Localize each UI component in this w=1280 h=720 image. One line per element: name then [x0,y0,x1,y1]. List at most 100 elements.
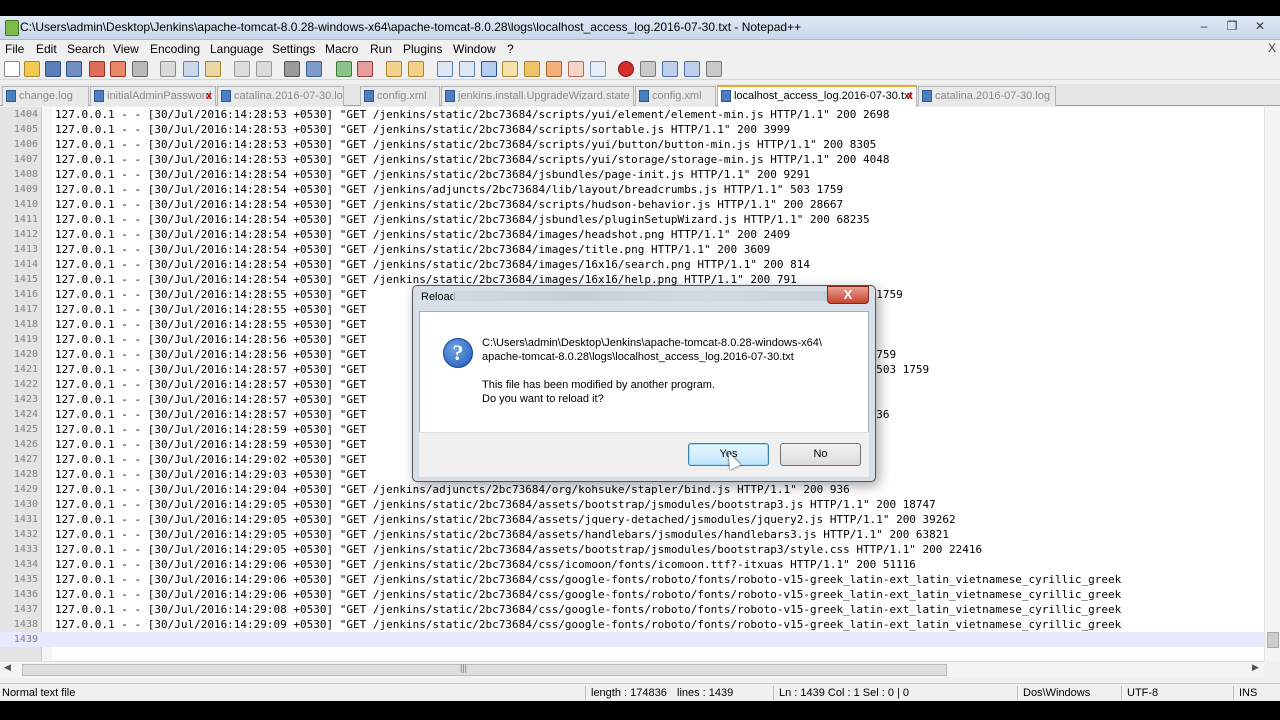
replace-icon[interactable] [306,61,322,77]
vertical-scroll-thumb[interactable] [1267,632,1279,648]
tab-upgradewizard-state[interactable]: jenkins.install.UpgradeWizard.state [441,86,634,106]
cut-icon[interactable] [160,61,176,77]
file-icon [639,90,649,102]
editor-line[interactable]: 1405 127.0.0.1 - - [30/Jul/2016:14:28:53 … [0,122,1264,137]
function-list-icon[interactable] [546,61,562,77]
print-icon[interactable] [132,61,148,77]
menu-language[interactable]: Language [210,42,263,56]
editor-line[interactable]: 1430 127.0.0.1 - - [30/Jul/2016:14:29:05 … [0,497,1264,512]
redo-icon[interactable] [256,61,272,77]
tab-catalina-log-2[interactable]: catalina.2016-07-30.log [918,86,1056,106]
menu-macro[interactable]: Macro [325,42,358,56]
maximize-button[interactable]: ❐ [1218,17,1246,35]
show-all-characters-icon[interactable] [459,61,475,77]
editor-line[interactable]: 1437 127.0.0.1 - - [30/Jul/2016:14:29:08 … [0,602,1264,617]
menu-search[interactable]: Search [67,42,105,56]
editor-line[interactable]: 1436 127.0.0.1 - - [30/Jul/2016:14:29:06 … [0,587,1264,602]
close-document-icon[interactable]: X [1268,41,1276,55]
editor-line[interactable]: 1414 127.0.0.1 - - [30/Jul/2016:14:28:54 … [0,257,1264,272]
editor-line[interactable]: 1431 127.0.0.1 - - [30/Jul/2016:14:29:05 … [0,512,1264,527]
editor-line[interactable]: 1434 127.0.0.1 - - [30/Jul/2016:14:29:06 … [0,557,1264,572]
status-lines: lines : 1439 [677,687,734,699]
zoom-out-icon[interactable] [357,61,373,77]
line-number: 1412 [13,229,38,240]
line-number: 1427 [13,454,38,465]
letterbox-top [0,0,1280,16]
title-bar[interactable]: C:\Users\admin\Desktop\Jenkins\apache-to… [0,16,1280,40]
status-separator [1233,686,1234,700]
editor-line[interactable]: 1406 127.0.0.1 - - [30/Jul/2016:14:28:53 … [0,137,1264,152]
horizontal-scrollbar[interactable]: ◀ ||| ▶ [0,661,1264,677]
scroll-left-icon[interactable]: ◀ [4,662,11,673]
document-map-icon[interactable] [524,61,540,77]
dialog-close-button[interactable]: X [827,286,869,304]
no-button[interactable]: No [780,443,861,466]
tab-close-icon[interactable]: x [206,87,212,105]
editor-line[interactable]: 1432 127.0.0.1 - - [30/Jul/2016:14:29:05 … [0,527,1264,542]
save-all-icon[interactable] [66,61,82,77]
menu-view[interactable]: View [113,42,139,56]
sync-vertical-icon[interactable] [386,61,402,77]
editor-line[interactable]: 1407 127.0.0.1 - - [30/Jul/2016:14:28:53 … [0,152,1264,167]
editor-line[interactable]: 1439 [0,632,1264,647]
tab-config-xml-2[interactable]: config.xml [635,86,716,106]
find-icon[interactable] [284,61,300,77]
menu-window[interactable]: Window [453,42,496,56]
menu-file[interactable]: File [5,42,24,56]
window-title: C:\Users\admin\Desktop\Jenkins\apache-to… [20,20,802,34]
horizontal-scroll-thumb[interactable] [22,664,947,676]
editor-line[interactable]: 1412 127.0.0.1 - - [30/Jul/2016:14:28:54 … [0,227,1264,242]
close-file-icon[interactable] [89,61,105,77]
editor-line[interactable]: 1433 127.0.0.1 - - [30/Jul/2016:14:29:05 … [0,542,1264,557]
editor-line[interactable]: 1411 127.0.0.1 - - [30/Jul/2016:14:28:54 … [0,212,1264,227]
close-all-icon[interactable] [110,61,126,77]
scroll-right-icon[interactable]: ▶ [1252,662,1259,673]
stop-recording-icon[interactable] [640,61,656,77]
menu-encoding[interactable]: Encoding [150,42,200,56]
tab-config-xml[interactable]: config.xml [360,86,440,106]
editor-line[interactable]: 1408 127.0.0.1 - - [30/Jul/2016:14:28:54 … [0,167,1264,182]
tab-close-icon[interactable]: x [907,87,913,105]
new-file-icon[interactable] [4,61,20,77]
zoom-in-icon[interactable] [336,61,352,77]
open-file-icon[interactable] [24,61,40,77]
user-defined-language-icon[interactable] [502,61,518,77]
save-icon[interactable] [45,61,61,77]
indent-guide-icon[interactable] [481,61,497,77]
editor-line[interactable]: 1413 127.0.0.1 - - [30/Jul/2016:14:28:54 … [0,242,1264,257]
editor-line[interactable]: 1429 127.0.0.1 - - [30/Jul/2016:14:29:04 … [0,482,1264,497]
save-macro-icon[interactable] [706,61,722,77]
line-number: 1408 [13,169,38,180]
paste-icon[interactable] [205,61,221,77]
monitoring-icon[interactable] [590,61,606,77]
menu-run[interactable]: Run [370,42,392,56]
tab-localhost-access-log[interactable]: localhost_access_log.2016-07-30.txt x [717,85,917,107]
close-window-button[interactable]: ✕ [1246,17,1274,35]
question-icon: ? [443,338,473,368]
editor-line[interactable]: 1410 127.0.0.1 - - [30/Jul/2016:14:28:54 … [0,197,1264,212]
menu-plugins[interactable]: Plugins [403,42,442,56]
line-number: 1406 [13,139,38,150]
menu-settings[interactable]: Settings [272,42,315,56]
record-macro-icon[interactable] [618,61,634,77]
undo-icon[interactable] [234,61,250,77]
playback-macro-icon[interactable] [662,61,678,77]
menu-help[interactable]: ? [507,42,514,56]
folder-as-workspace-icon[interactable] [568,61,584,77]
line-text: 127.0.0.1 - - [30/Jul/2016:14:28:54 +053… [55,228,791,241]
run-macro-multiple-icon[interactable] [684,61,700,77]
copy-icon[interactable] [183,61,199,77]
tab-initialadminpassword[interactable]: initialAdminPassword x [90,86,216,106]
sync-horizontal-icon[interactable] [408,61,424,77]
word-wrap-icon[interactable] [437,61,453,77]
editor-line[interactable]: 1404 127.0.0.1 - - [30/Jul/2016:14:28:53 … [0,107,1264,122]
tab-catalina-log[interactable]: catalina.2016-07-30.log [217,86,344,106]
editor-line[interactable]: 1435 127.0.0.1 - - [30/Jul/2016:14:29:06 … [0,572,1264,587]
editor-line[interactable]: 1409 127.0.0.1 - - [30/Jul/2016:14:28:54 … [0,182,1264,197]
minimize-button[interactable]: – [1190,17,1218,35]
vertical-scrollbar[interactable] [1264,107,1280,661]
editor-line[interactable]: 1438 127.0.0.1 - - [30/Jul/2016:14:29:09 … [0,617,1264,632]
menu-edit[interactable]: Edit [36,42,57,56]
line-number: 1425 [13,424,38,435]
tab-change-log[interactable]: change.log [2,86,89,106]
